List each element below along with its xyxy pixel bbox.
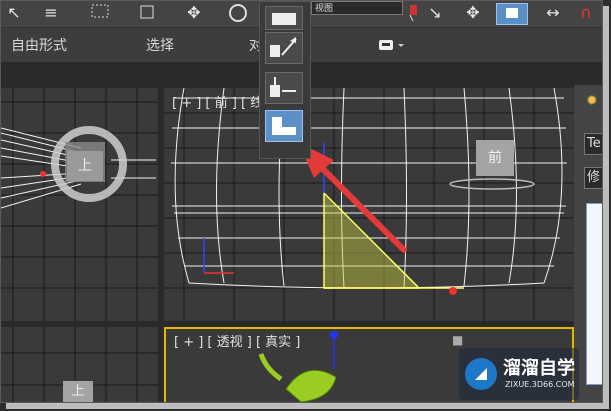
command-panel-modifier-field[interactable]: 修 [584, 167, 602, 189]
watermark: 溜溜自学 ZIXUE.3D66.COM [459, 348, 579, 400]
watermark-url: ZIXUE.3D66.COM [505, 380, 575, 389]
camera-icon[interactable]: ■ [452, 333, 463, 347]
pivot-icon[interactable] [404, 3, 424, 23]
watermark-logo-icon [465, 358, 497, 390]
viewport-front[interactable]: 前 [ + ] [ 前 ] [ 线 [164, 88, 574, 321]
viewcube-left-face: 上 [71, 384, 85, 399]
flyout-button-3[interactable] [265, 72, 303, 104]
ribbon-options-icon[interactable] [377, 37, 407, 56]
viewcube-top-face: 上 [78, 158, 92, 174]
view-dropdown[interactable]: 视图 [311, 1, 403, 15]
region-select-icon[interactable] [89, 3, 113, 23]
select-move-icon[interactable]: ✥ [459, 3, 487, 23]
command-panel-name-field[interactable]: Te [584, 133, 602, 155]
sun-icon[interactable]: ✹ [586, 93, 598, 109]
move-icon[interactable]: ✥ [181, 3, 207, 23]
snap-icon[interactable]: ↘ [426, 3, 444, 23]
flyout-button-2[interactable] [265, 32, 303, 64]
pointer-arrow [299, 143, 407, 253]
link-icon[interactable]: ↔ [541, 3, 565, 23]
flyout-button-selected[interactable] [265, 110, 303, 142]
highlighted-toolbar-button[interactable] [496, 3, 528, 25]
view-dropdown-value: 视图 [315, 4, 334, 14]
viewcube-top[interactable]: 上 [67, 151, 103, 181]
select-arrow-icon[interactable]: ↖ [3, 3, 25, 23]
viewport-layout-flyout [259, 1, 311, 159]
tab-freeform[interactable]: 自由形式 [11, 35, 67, 55]
magnet-icon[interactable]: ∩ [571, 3, 601, 23]
rotate-icon[interactable] [223, 3, 253, 23]
viewcube-left[interactable]: 上 [63, 381, 93, 402]
modifier-list[interactable] [586, 203, 602, 385]
flyout-button-1[interactable] [265, 6, 303, 30]
app-window: ↖ ≡ ✥ 视图 ↘ ✥ ↔ ∩ 自由形式 选择 对 上 前 [+] [前… [0, 0, 603, 403]
viewport-top[interactable]: 上 [1, 88, 158, 321]
tab-selection[interactable]: 选择 [146, 35, 174, 55]
select-by-name-icon[interactable]: ≡ [39, 3, 63, 23]
viewport-left[interactable]: 上 [1, 327, 158, 402]
window-crossing-icon[interactable] [137, 3, 159, 23]
viewport-top-grid [1, 88, 158, 321]
watermark-name: 溜溜自学 [503, 358, 575, 379]
